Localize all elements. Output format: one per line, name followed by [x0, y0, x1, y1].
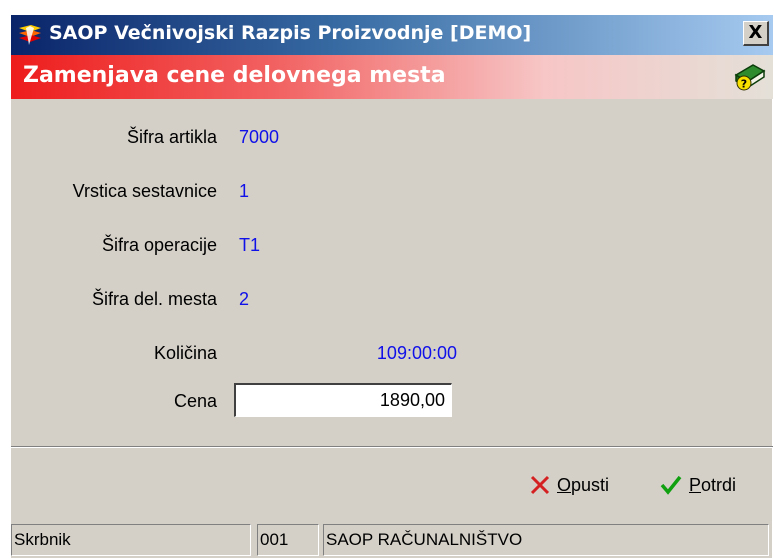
form-body: Šifra artikla 7000 Vrstica sestavnice 1 … [11, 99, 773, 449]
cancel-label: pusti [571, 474, 610, 495]
vrstica-sestavnice-value: 1 [239, 181, 250, 201]
divider-highlight [11, 447, 773, 448]
form-title: Zamenjava cene delovnega mesta [23, 63, 446, 88]
sifra-artikla-value: 7000 [239, 127, 280, 147]
vrstica-sestavnice-label: Vrstica sestavnice [72, 181, 217, 201]
cancel-mnemonic: O [557, 474, 572, 495]
status-bar: Skrbnik 001 SAOP RAČUNALNIŠTVO [11, 521, 773, 559]
sifra-artikla-label: Šifra artikla [126, 127, 217, 147]
svg-text:?: ? [741, 78, 747, 91]
dialog-window: SAOP Večnivojski Razpis Proizvodnje [DEM… [10, 14, 773, 559]
help-book-icon[interactable]: ? [733, 61, 767, 93]
close-icon: X [748, 22, 763, 43]
checkmark-icon [660, 475, 682, 495]
status-code: 001 [257, 524, 319, 556]
window-title: SAOP Večnivojski Razpis Proizvodnje [DEM… [49, 22, 532, 44]
form-header: Zamenjava cene delovnega mesta ? [11, 55, 773, 99]
sifra-operacije-value: T1 [239, 235, 261, 255]
sifra-del-mesta-value: 2 [239, 289, 250, 309]
close-button[interactable]: X [743, 21, 769, 46]
confirm-button[interactable]: Potrdi [659, 471, 736, 499]
cena-label: Cena [173, 391, 217, 411]
cancel-button[interactable]: Opusti [529, 471, 609, 499]
confirm-mnemonic: P [689, 474, 702, 495]
sifra-del-mesta-label: Šifra del. mesta [91, 289, 217, 309]
cena-input[interactable] [234, 383, 452, 417]
saop-logo-icon [19, 25, 41, 45]
status-company: SAOP RAČUNALNIŠTVO [323, 524, 769, 556]
x-icon [530, 475, 550, 495]
kolicina-value: 109:00:00 [376, 343, 457, 363]
status-user: Skrbnik [11, 524, 251, 556]
confirm-label: otrdi [701, 474, 737, 495]
sifra-operacije-label: Šifra operacije [101, 235, 217, 255]
kolicina-label: Količina [153, 343, 217, 363]
title-bar[interactable]: SAOP Večnivojski Razpis Proizvodnje [DEM… [11, 15, 773, 55]
